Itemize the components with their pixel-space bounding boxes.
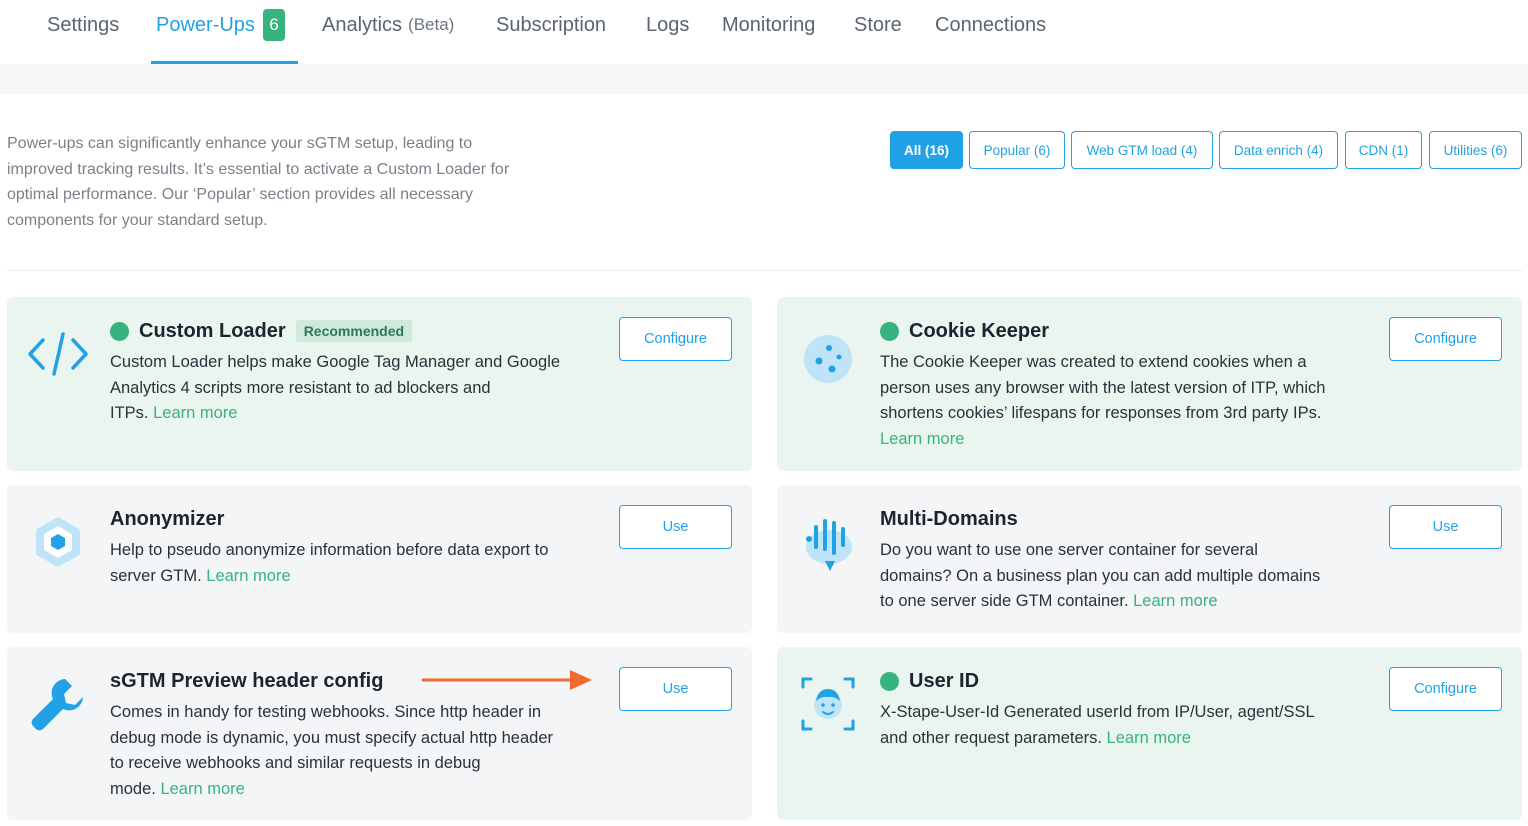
card-title-row: Cookie Keeper: [880, 317, 1049, 345]
filter-utilities-button[interactable]: Utilities (6): [1429, 131, 1522, 169]
card-title: sGTM Preview header config: [110, 669, 384, 692]
tab-store-label: Store: [854, 13, 902, 36]
card-description: The Cookie Keeper was created to extend …: [880, 350, 1325, 453]
power-up-card-user-id: User ID X-Stape-User-Id Generated userId…: [777, 647, 1522, 820]
intro-line: components for your standard setup.: [7, 212, 268, 230]
description-line: The Cookie Keeper was created to extend …: [880, 353, 1307, 371]
card-title: Cookie Keeper: [909, 319, 1050, 342]
tab-subscription[interactable]: Subscription: [496, 10, 606, 40]
card-title: Multi-Domains: [880, 507, 1018, 530]
power-up-card-custom-loader: Custom Loader Recommended Custom Loader …: [7, 297, 752, 471]
card-description: Do you want to use one server container …: [880, 538, 1320, 615]
tab-connections[interactable]: Connections: [935, 10, 1046, 40]
tab-logs-label: Logs: [646, 13, 690, 36]
wrench-icon: [25, 671, 91, 737]
description-line: Analytics 4 scripts more resistant to ad…: [110, 378, 491, 397]
power-ups-intro-text: Power-ups can significantly enhance your…: [7, 131, 597, 234]
description-line: X-Stape-User-Id Generated userId from IP…: [880, 703, 1315, 721]
tab-analytics-beta-label: (Beta): [408, 15, 455, 34]
description-line: mode.: [110, 780, 161, 799]
learn-more-link[interactable]: Learn more: [160, 780, 244, 798]
description-line: Do you want to use one server container …: [880, 541, 1258, 559]
recommended-badge: Recommended: [295, 320, 413, 342]
card-title-row: User ID: [880, 667, 979, 695]
tab-subscription-label: Subscription: [496, 13, 607, 36]
description-line: and other request parameters.: [880, 728, 1107, 747]
power-up-card-cookie-keeper: Cookie Keeper The Cookie Keeper was crea…: [777, 297, 1522, 471]
top-tab-bar: Settings Power-Ups 6 Analytics (Beta) Su…: [0, 0, 1528, 64]
description-line: domains? On a business plan you can add …: [880, 566, 1321, 585]
description-line: ITPs.: [110, 404, 154, 423]
active-status-dot: [110, 321, 129, 341]
filter-data-enrich-button[interactable]: Data enrich (4): [1219, 131, 1338, 169]
card-title-row: Anonymizer: [110, 505, 224, 533]
card-description: X-Stape-User-Id Generated userId from IP…: [880, 700, 1315, 751]
description-line: to receive webhooks and similar requests…: [110, 754, 481, 773]
tab-logs[interactable]: Logs: [646, 10, 689, 40]
card-description: Custom Loader helps make Google Tag Mana…: [110, 350, 560, 427]
code-icon: [25, 321, 91, 387]
header-separator-band: [0, 64, 1528, 94]
card-title-row: Multi-Domains: [880, 505, 1018, 533]
description-line: shortens cookies’ lifespans for response…: [880, 404, 1322, 423]
tab-monitoring[interactable]: Monitoring: [722, 10, 815, 40]
power-ups-count-badge: 6: [262, 9, 285, 41]
card-description: Help to pseudo anonymize information bef…: [110, 538, 548, 589]
card-description: Comes in handy for testing webhooks. Sin…: [110, 700, 553, 803]
learn-more-link[interactable]: Learn more: [1107, 729, 1191, 747]
hexagon-icon: [25, 509, 91, 575]
configure-button[interactable]: Configure: [1389, 667, 1502, 711]
card-title: Custom Loader: [139, 319, 286, 342]
description-line: Comes in handy for testing webhooks. Sin…: [110, 703, 542, 721]
use-button[interactable]: Use: [1389, 505, 1502, 549]
filter-web-gtm-load-button[interactable]: Web GTM load (4): [1071, 131, 1213, 169]
card-title-row: sGTM Preview header config: [110, 667, 383, 695]
card-title: Anonymizer: [110, 507, 225, 530]
tab-store[interactable]: Store: [854, 10, 902, 40]
filter-cdn-button[interactable]: CDN (1): [1345, 131, 1422, 169]
tab-analytics[interactable]: Analytics (Beta): [322, 10, 454, 40]
tab-power-ups-label: Power-Ups: [156, 13, 255, 36]
filter-all-button[interactable]: All (16): [890, 131, 963, 169]
card-title-row: Custom Loader Recommended: [110, 317, 413, 345]
tab-monitoring-label: Monitoring: [722, 13, 816, 36]
description-line: to one server side GTM container.: [880, 592, 1134, 611]
learn-more-link[interactable]: Learn more: [153, 404, 237, 422]
tab-power-ups[interactable]: Power-Ups 6: [156, 9, 285, 41]
tab-settings[interactable]: Settings: [47, 10, 119, 40]
user-scan-icon: [795, 671, 861, 737]
intro-line: improved tracking results. It’s essentia…: [7, 160, 510, 178]
card-title: User ID: [909, 669, 980, 692]
description-line: server GTM.: [110, 566, 207, 585]
learn-more-link[interactable]: Learn more: [1133, 592, 1217, 610]
domains-icon: [795, 509, 861, 575]
configure-button[interactable]: Configure: [1389, 317, 1502, 361]
cookie-icon: [795, 321, 861, 387]
annotation-arrow-icon: [422, 670, 592, 690]
intro-line: Power-ups can significantly enhance your…: [7, 135, 473, 152]
description-line: Custom Loader helps make Google Tag Mana…: [110, 353, 561, 371]
description-line: person uses any browser with the latest …: [880, 378, 1326, 397]
power-up-card-sgtm-preview-header: sGTM Preview header config Comes in hand…: [7, 647, 752, 820]
filter-popular-button[interactable]: Popular (6): [969, 131, 1065, 169]
power-up-card-anonymizer: Anonymizer Help to pseudo anonymize info…: [7, 485, 752, 633]
description-line: debug mode is dynamic, you must specify …: [110, 728, 553, 747]
learn-more-link[interactable]: Learn more: [880, 430, 964, 448]
use-button[interactable]: Use: [619, 505, 732, 549]
configure-button[interactable]: Configure: [619, 317, 732, 361]
tab-analytics-label: Analytics: [322, 13, 403, 36]
active-status-dot: [880, 321, 899, 341]
power-up-card-multi-domains: Multi-Domains Do you want to use one ser…: [777, 485, 1522, 633]
tab-settings-label: Settings: [47, 13, 120, 36]
tab-connections-label: Connections: [935, 13, 1047, 36]
section-divider: [7, 270, 1522, 271]
use-button[interactable]: Use: [619, 667, 732, 711]
active-status-dot: [880, 671, 899, 691]
description-line: Help to pseudo anonymize information bef…: [110, 541, 549, 559]
learn-more-link[interactable]: Learn more: [206, 567, 290, 585]
intro-line: optimal performance. Our ‘Popular’ secti…: [7, 186, 473, 204]
